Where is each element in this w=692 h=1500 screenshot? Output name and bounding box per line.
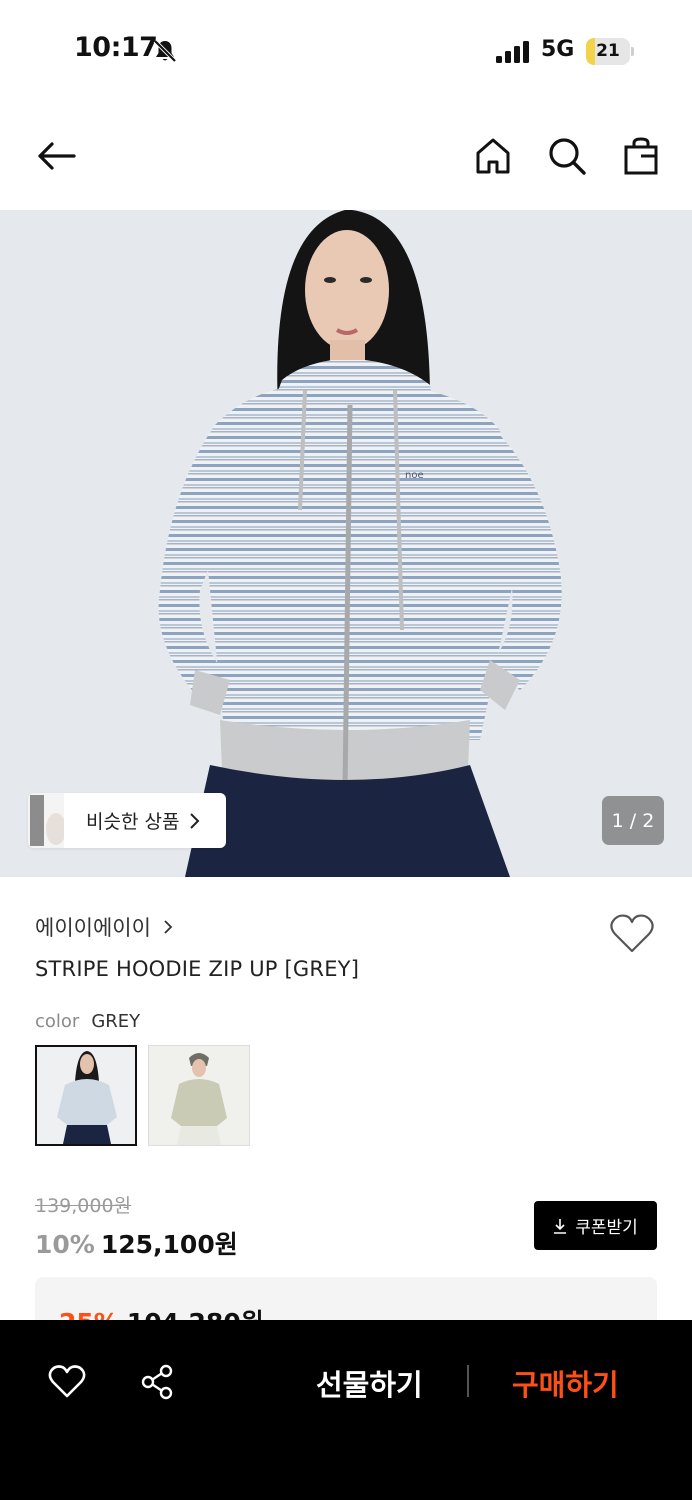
wishlist-heart-icon[interactable] [609, 912, 655, 954]
color-row: color GREY [35, 1011, 140, 1032]
status-time: 10:17 [74, 32, 158, 63]
signal-icon [496, 41, 529, 63]
status-bar: 10:17 5G 21 [0, 0, 692, 104]
color-swatch-grey[interactable] [35, 1045, 137, 1146]
brand-name: 에이이에이이 [35, 916, 151, 940]
coupon-label: 쿠폰받기 [575, 1218, 638, 1238]
color-label: color [35, 1011, 80, 1032]
search-icon[interactable] [545, 134, 589, 178]
chevron-right-icon [164, 920, 173, 934]
similar-products-label: 비슷한 상품 [86, 811, 180, 833]
network-type: 5G [541, 37, 575, 62]
bell-off-icon [153, 39, 177, 63]
color-swatch-beige[interactable] [148, 1045, 250, 1146]
similar-products-button[interactable]: 비슷한 상품 [28, 793, 226, 848]
image-page-indicator: 1 / 2 [602, 796, 664, 845]
divider [467, 1365, 469, 1397]
original-price: 139,000원 [35, 1195, 132, 1217]
top-nav-bar [0, 104, 692, 210]
heart-icon[interactable] [45, 1360, 89, 1404]
buy-button[interactable]: 구매하기 [512, 1362, 619, 1404]
price-row: 10% 125,100원 [35, 1225, 238, 1261]
back-arrow-icon[interactable] [34, 134, 78, 178]
share-icon[interactable] [135, 1360, 179, 1404]
coupon-download-button[interactable]: 쿠폰받기 [534, 1201, 657, 1250]
battery-level: 21 [596, 41, 620, 61]
product-name: STRIPE HOODIE ZIP UP [GREY] [35, 957, 360, 981]
color-value: GREY [91, 1011, 141, 1032]
similar-product-thumbnail [28, 793, 66, 848]
battery-icon: 21 [586, 38, 634, 65]
download-icon [554, 1218, 567, 1234]
svg-text:noe: noe [405, 470, 424, 481]
brand-link[interactable]: 에이이에이이 [35, 912, 173, 942]
chevron-right-icon [190, 812, 200, 829]
product-photo: noe [0, 210, 692, 877]
home-icon[interactable] [471, 134, 515, 178]
shopping-bag-icon[interactable] [619, 134, 663, 178]
discount-rate: 10% [35, 1230, 95, 1259]
gift-button[interactable]: 선물하기 [316, 1362, 423, 1404]
bottom-action-bar: 선물하기 구매하기 [0, 1320, 692, 1500]
product-image-gallery[interactable]: noe 비슷한 상품 1 / 2 [0, 210, 692, 877]
sale-price: 125,100원 [100, 1230, 238, 1259]
